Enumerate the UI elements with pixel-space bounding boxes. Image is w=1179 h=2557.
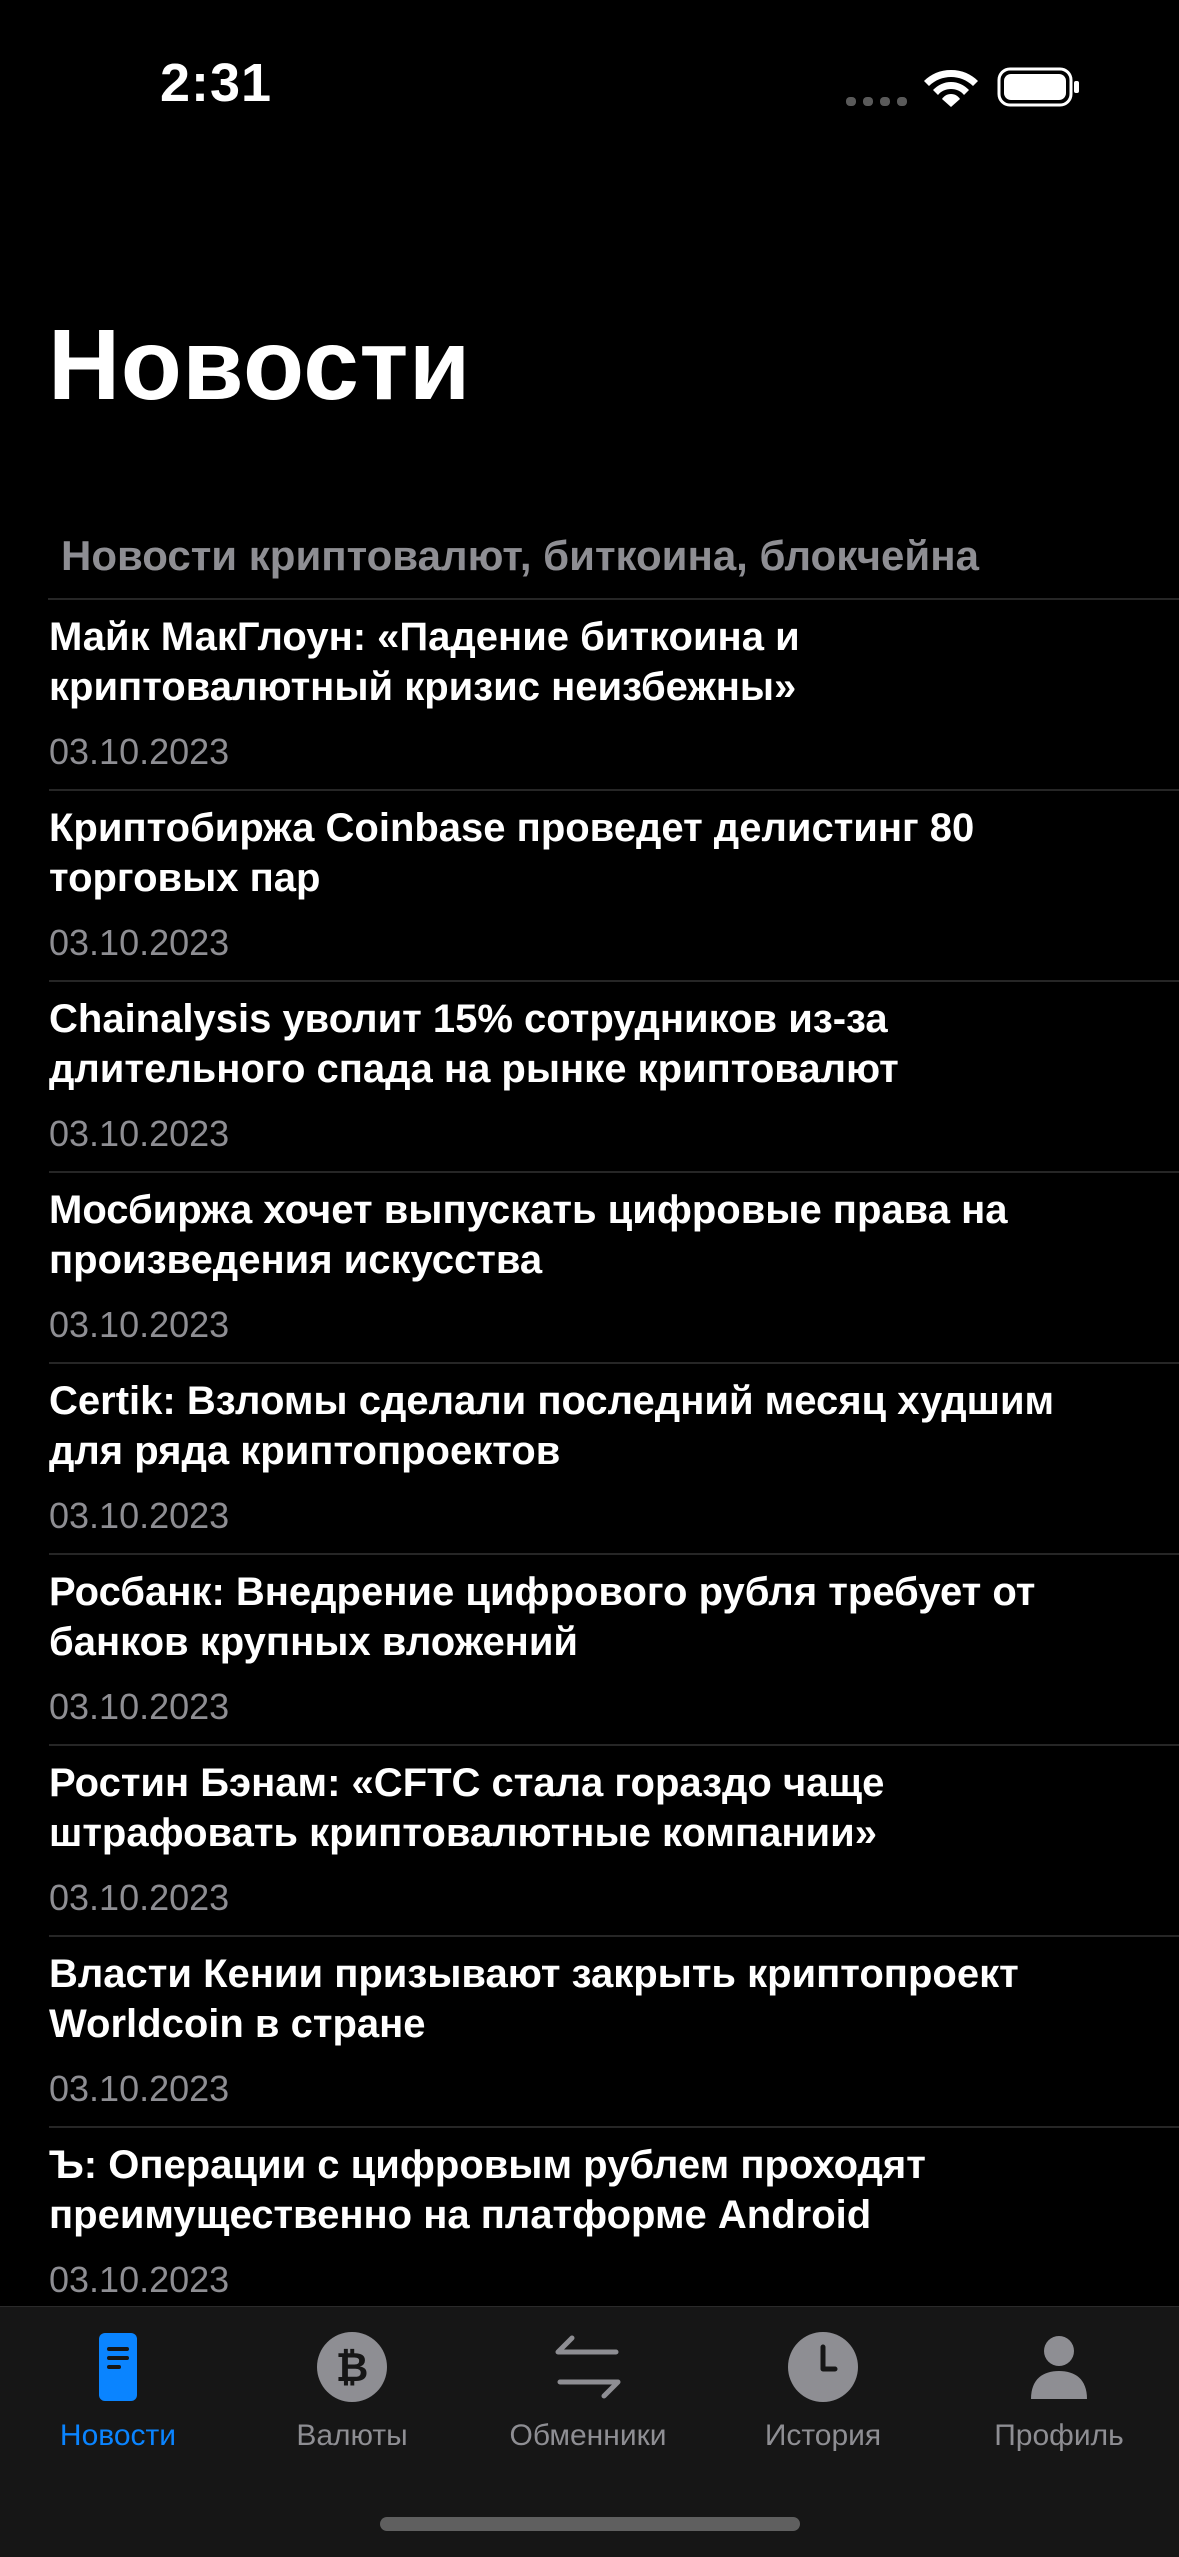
news-title: Майк МакГлоун: «Падение биткоина и крипт… xyxy=(49,615,800,709)
cellular-signal-icon xyxy=(846,97,907,106)
news-item[interactable]: Chainalysis уволит 15% сотрудников из-за… xyxy=(0,982,1179,1173)
tab-exchangers[interactable]: Обменники xyxy=(470,2307,706,2477)
tab-label: Новости xyxy=(59,2419,177,2452)
news-item[interactable]: Власти Кении призывают закрыть криптопро… xyxy=(0,1937,1179,2128)
tab-history[interactable]: История xyxy=(705,2307,941,2477)
tab-label: Валюты xyxy=(296,2419,408,2452)
news-item[interactable]: Росбанк: Внедрение цифрового рубля требу… xyxy=(0,1555,1179,1746)
news-icon xyxy=(99,2333,137,2401)
news-date: 03.10.2023 xyxy=(49,2259,230,2300)
status-bar: 2:31 xyxy=(0,0,1179,150)
news-title: Ростин Бэнам: «CFTC стала гораздо чаще ш… xyxy=(49,1761,885,1855)
news-item[interactable]: Криптобиржа Coinbase проведет делистинг … xyxy=(0,791,1179,982)
news-date: 03.10.2023 xyxy=(49,731,230,772)
news-date: 03.10.2023 xyxy=(49,1495,230,1536)
tab-profile[interactable]: Профиль xyxy=(941,2307,1177,2477)
news-date: 03.10.2023 xyxy=(49,1686,230,1727)
news-item[interactable]: Ростин Бэнам: «CFTC стала гораздо чаще ш… xyxy=(0,1746,1179,1937)
news-item[interactable]: Мосбиржа хочет выпускать цифровые права … xyxy=(0,1173,1179,1364)
news-title: Мосбиржа хочет выпускать цифровые права … xyxy=(49,1188,1008,1282)
tab-currencies[interactable]: ₿ Валюты xyxy=(234,2307,470,2477)
wifi-icon xyxy=(924,70,978,107)
page-title: Новости xyxy=(48,309,471,421)
tab-label: История xyxy=(764,2419,882,2452)
news-date: 03.10.2023 xyxy=(49,1304,230,1345)
news-date: 03.10.2023 xyxy=(49,2068,230,2109)
news-title: Росбанк: Внедрение цифрового рубля требу… xyxy=(49,1570,1036,1664)
news-item[interactable]: Certik: Взломы сделали последний месяц х… xyxy=(0,1364,1179,1555)
section-header: Новости криптовалют, биткоина, блокчейна xyxy=(61,532,979,579)
news-date: 03.10.2023 xyxy=(49,1877,230,1918)
news-title: Власти Кении призывают закрыть криптопро… xyxy=(49,1952,1019,2046)
tab-label: Профиль xyxy=(994,2419,1124,2452)
news-title: Ъ: Операции с цифровым рублем проходят п… xyxy=(49,2143,926,2237)
svg-text:₿: ₿ xyxy=(336,2345,369,2391)
news-title: Certik: Взломы сделали последний месяц х… xyxy=(49,1379,1055,1473)
tab-label: Обменники xyxy=(509,2419,667,2452)
home-indicator[interactable] xyxy=(380,2517,800,2531)
news-list[interactable]: Майк МакГлоун: «Падение биткоина и крипт… xyxy=(0,600,1179,2306)
news-date: 03.10.2023 xyxy=(49,1113,230,1154)
clock-icon xyxy=(788,2332,858,2402)
news-title: Chainalysis уволит 15% сотрудников из-за… xyxy=(49,997,899,1091)
battery-icon xyxy=(997,67,1079,107)
person-icon xyxy=(1031,2336,1087,2399)
news-date: 03.10.2023 xyxy=(49,922,230,963)
news-title: Криптобиржа Coinbase проведет делистинг … xyxy=(49,806,975,900)
tab-news[interactable]: Новости xyxy=(0,2307,236,2477)
news-item[interactable]: Майк МакГлоун: «Падение биткоина и крипт… xyxy=(0,600,1179,791)
bitcoin-icon: ₿ xyxy=(317,2332,387,2402)
status-time: 2:31 xyxy=(160,53,273,113)
exchange-arrows-icon xyxy=(555,2335,621,2399)
news-item[interactable]: Ъ: Операции с цифровым рублем проходят п… xyxy=(0,2128,1179,2306)
